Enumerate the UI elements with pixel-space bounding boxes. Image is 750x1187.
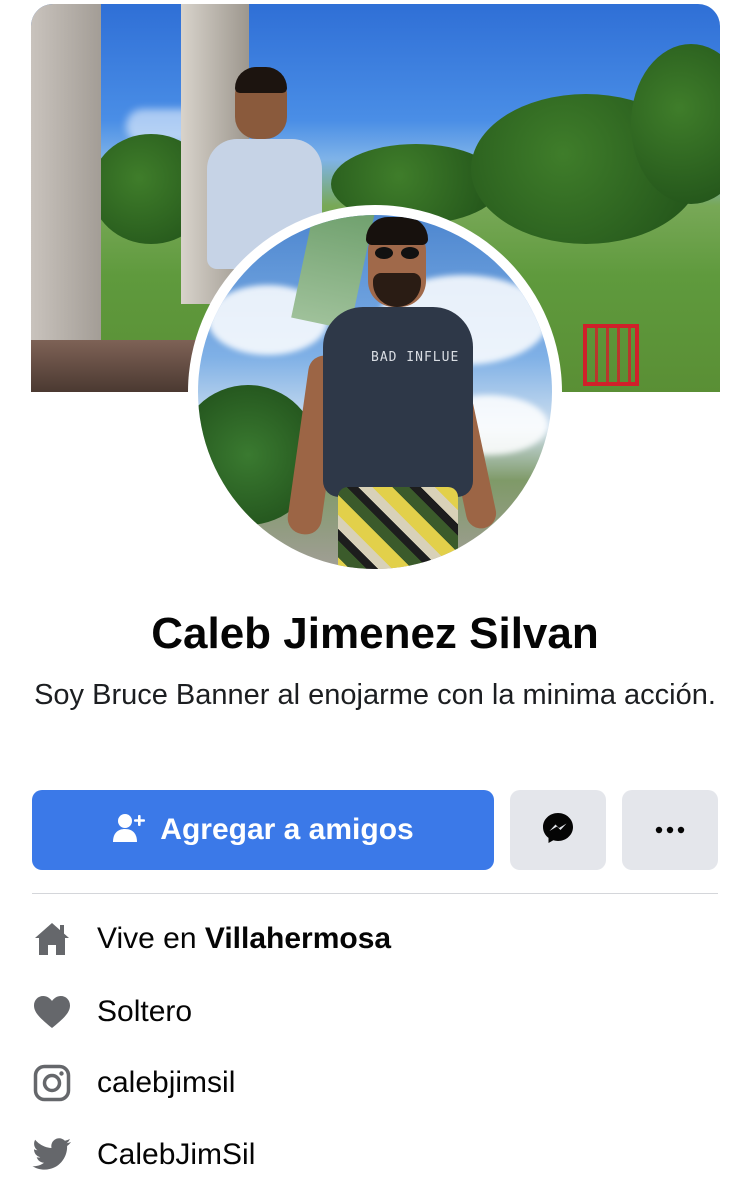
relationship-text: Soltero [97,995,193,1028]
twitter-icon [32,1135,72,1175]
cover-person-hair [235,67,287,93]
divider [32,893,718,894]
profile-bio: Soy Bruce Banner al enojarme con la mini… [34,679,716,711]
lives-in-city[interactable]: Villahermosa [205,922,391,955]
add-friend-icon [112,812,146,849]
avatar-person-shorts [338,487,458,569]
lives-in-prefix: Vive en [97,922,197,955]
instagram-icon [32,1063,72,1103]
profile-name: Caleb Jimenez Silvan [151,609,599,658]
add-friend-button[interactable]: Agregar a amigos [32,790,494,870]
add-friend-label: Agregar a amigos [160,813,414,846]
avatar-person-hair [366,217,428,245]
profile-avatar[interactable]: BAD INFLUE [198,215,552,569]
messenger-button[interactable] [510,790,606,870]
instagram-handle[interactable]: calebjimsil [97,1066,235,1100]
cover-fence [583,324,639,386]
avatar-person-shirt [323,307,473,497]
detail-relationship: Soltero [32,990,718,1034]
detail-lives-in: Vive en Villahermosa [32,917,718,961]
lives-in-text: Vive en Villahermosa [97,922,391,956]
detail-twitter[interactable]: CalebJimSil [32,1133,718,1177]
cover-pillar [31,4,101,392]
heart-icon [32,992,72,1032]
home-icon [32,919,72,959]
avatar-person: BAD INFLUE [285,215,499,569]
messenger-icon [541,811,575,850]
avatar-person-glasses [371,247,423,259]
more-icon [655,821,685,839]
more-options-button[interactable] [622,790,718,870]
detail-instagram[interactable]: calebjimsil [32,1061,718,1105]
cover-floor [31,340,211,392]
avatar-shirt-text: BAD INFLUE [371,350,460,365]
twitter-handle[interactable]: CalebJimSil [97,1138,255,1172]
